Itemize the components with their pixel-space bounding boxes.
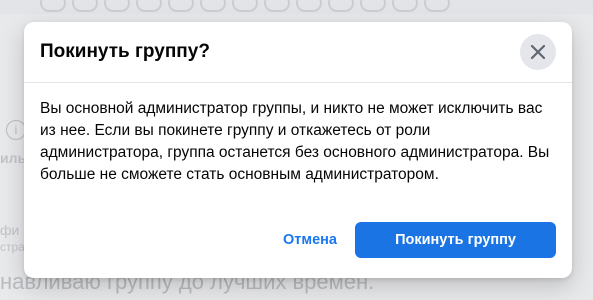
dialog-footer: Отмена Покинуть группу — [24, 222, 572, 262]
dialog-title: Покинуть группу? — [40, 41, 210, 62]
dialog-header: Покинуть группу? — [24, 22, 572, 83]
cancel-button[interactable]: Отмена — [270, 222, 350, 258]
leave-group-button[interactable]: Покинуть группу — [355, 222, 556, 258]
close-icon — [530, 44, 546, 60]
dialog-message: Вы основной администратор группы, и никт… — [40, 100, 550, 183]
leave-group-dialog: Покинуть группу? Вы основной администрат… — [24, 22, 572, 278]
close-button[interactable] — [520, 34, 556, 70]
